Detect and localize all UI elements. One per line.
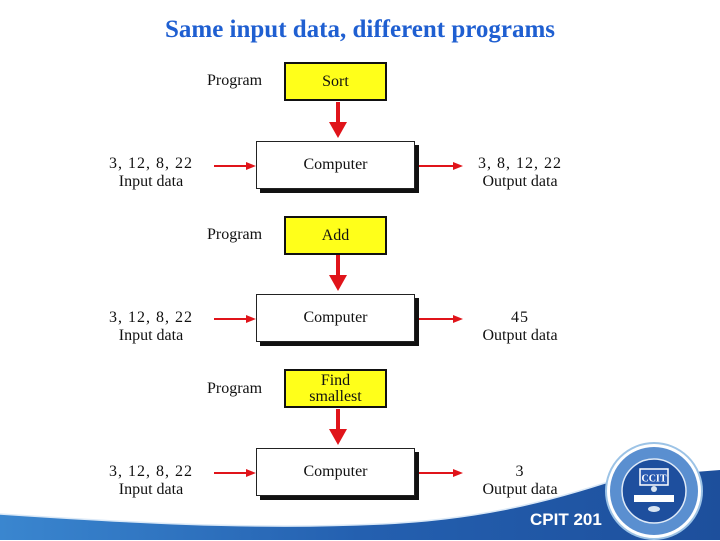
input-arrow-1 [214, 162, 256, 170]
computer-box: Computer [256, 141, 415, 189]
output-values: 3 [515, 463, 525, 480]
output-values: 45 [511, 309, 529, 326]
program-box-find-smallest: Find smallest [284, 369, 387, 408]
output-arrow-2 [419, 315, 463, 323]
input-label: Input data [118, 481, 184, 498]
input-data-3: 3, 12, 8, 22 Input data [96, 463, 206, 499]
program-label: Program [207, 72, 263, 89]
output-label: Output data [482, 173, 558, 190]
program-box-add: Add [284, 216, 387, 255]
program-label: Program [207, 226, 263, 243]
input-values: 3, 12, 8, 22 [109, 155, 193, 172]
program-to-computer-arrow-3 [329, 409, 347, 445]
input-data-1: 3, 12, 8, 22 Input data [96, 155, 206, 191]
program-label: Program [207, 380, 263, 397]
input-arrow-2 [214, 315, 256, 323]
computer-box: Computer [256, 294, 415, 342]
output-arrow-1 [419, 162, 463, 170]
university-logo: CCIT [605, 442, 703, 540]
output-label: Output data [482, 481, 558, 498]
input-values: 3, 12, 8, 22 [109, 463, 193, 480]
output-data-1: 3, 8, 12, 22 Output data [460, 155, 580, 191]
output-arrow-3 [419, 469, 463, 477]
input-arrow-3 [214, 469, 256, 477]
logo-text: CCIT [641, 474, 666, 485]
output-data-3: 3 Output data [460, 463, 580, 499]
program-to-computer-arrow-1 [329, 102, 347, 138]
input-label: Input data [118, 327, 184, 344]
input-values: 3, 12, 8, 22 [109, 309, 193, 326]
computer-box: Computer [256, 448, 415, 496]
input-data-2: 3, 12, 8, 22 Input data [96, 309, 206, 345]
output-label: Output data [482, 327, 558, 344]
output-data-2: 45 Output data [460, 309, 580, 345]
course-code: CPIT 201 [530, 510, 602, 529]
output-values: 3, 8, 12, 22 [478, 155, 562, 172]
program-to-computer-arrow-2 [329, 255, 347, 291]
program-box-sort: Sort [284, 62, 387, 101]
input-label: Input data [118, 173, 184, 190]
